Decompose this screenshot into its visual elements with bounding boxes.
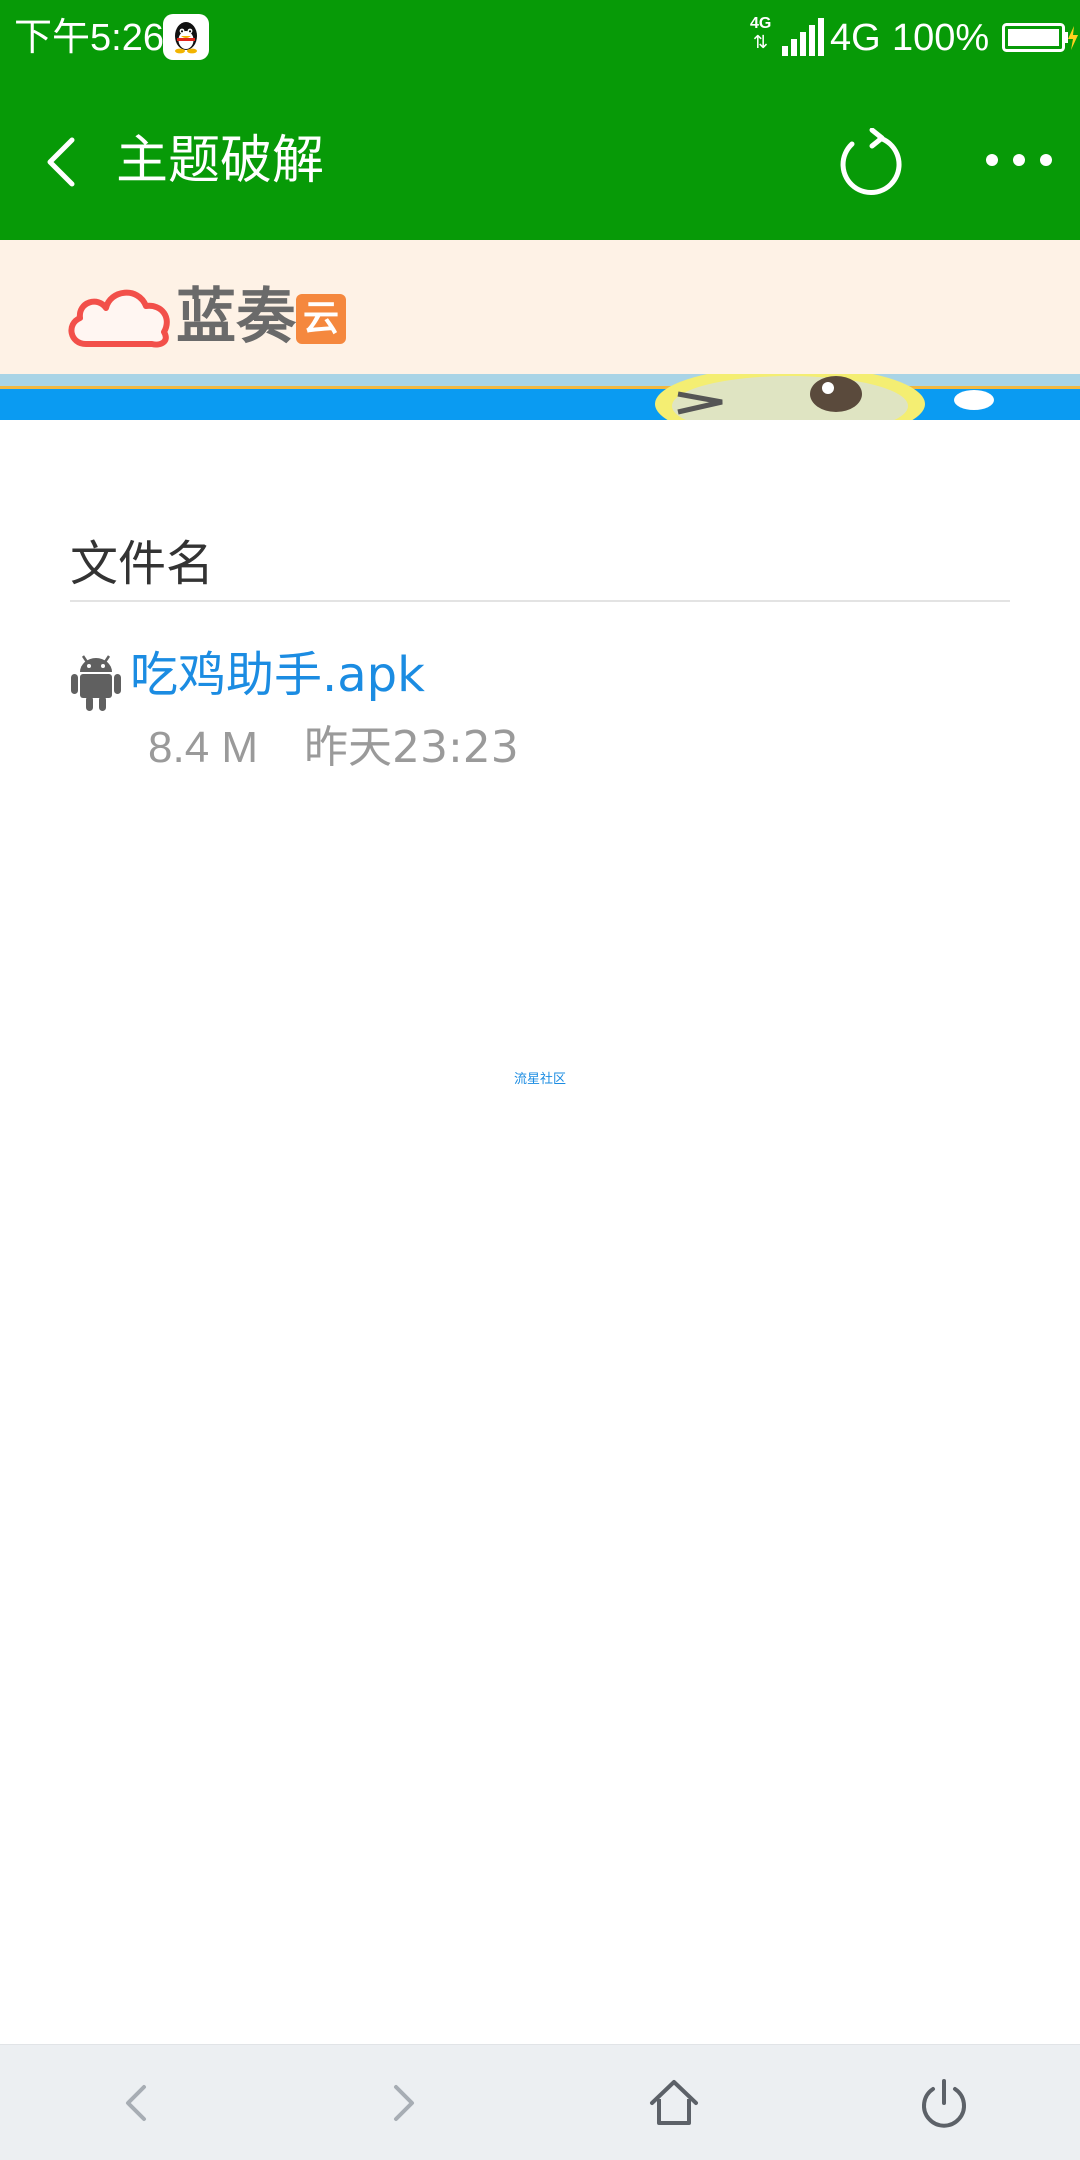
file-size: 8.4 M	[148, 723, 259, 772]
qq-notification-icon	[163, 14, 209, 60]
nav-forward-icon[interactable]	[374, 2073, 434, 2133]
page-title: 主题破解	[116, 131, 325, 191]
network-type: 4G	[830, 17, 881, 59]
column-header-filename: 文件名	[70, 536, 215, 592]
signal-icon	[782, 18, 824, 56]
home-icon[interactable]	[644, 2073, 704, 2133]
battery-charging-icon	[1002, 23, 1078, 52]
app-bar: 主题破解	[0, 76, 1080, 240]
power-icon[interactable]	[914, 2073, 974, 2133]
file-time: 昨天23:23	[304, 722, 519, 773]
data-activity-icon: ⇅	[753, 32, 769, 53]
file-list-header: 文件名	[70, 530, 1010, 602]
back-chevron-icon[interactable]	[40, 134, 84, 190]
more-dots-icon[interactable]	[984, 148, 1054, 172]
android-icon	[71, 655, 121, 711]
nav-back-icon[interactable]	[106, 2073, 166, 2133]
battery-percent: 100%	[892, 17, 990, 59]
brand-badge: 云	[296, 294, 346, 344]
lanzou-banner: 蓝奏 云	[0, 240, 1080, 374]
file-list-item[interactable]: 吃鸡助手.apk 8.4 M 昨天23:23	[70, 640, 1010, 780]
banner-decoration-strip	[0, 374, 1080, 420]
status-time: 下午5:26	[14, 17, 164, 59]
refresh-icon[interactable]	[834, 128, 906, 200]
status-indicators: 4G ⇅ 4G 100%	[750, 0, 1080, 76]
cloud-logo-icon	[68, 289, 170, 348]
network-type-small: 4G	[750, 15, 772, 32]
browser-toolbar	[0, 2044, 1080, 2160]
brand-text: 蓝奏	[176, 282, 296, 352]
status-bar: 下午5:26 4G ⇅ 4G 100%	[0, 0, 1080, 76]
footer-link[interactable]: 流星社区	[0, 1070, 1080, 1090]
file-name-link[interactable]: 吃鸡助手.apk	[130, 640, 425, 710]
